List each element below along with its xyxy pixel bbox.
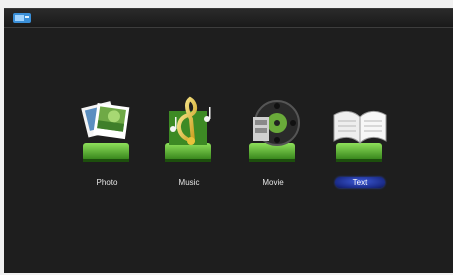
top-bar bbox=[4, 9, 453, 28]
music-note-icon bbox=[165, 96, 211, 162]
menu-item-movie[interactable]: Movie bbox=[241, 89, 305, 199]
menu-item-label: Text bbox=[335, 177, 385, 188]
media-screen: Photo Music Movie Text bbox=[4, 8, 453, 273]
menu-item-label: Photo bbox=[96, 178, 118, 187]
menu-item-music[interactable]: Music bbox=[157, 89, 221, 199]
photo-stack-icon bbox=[81, 101, 130, 162]
menu-item-text[interactable]: Text bbox=[328, 89, 392, 199]
menu-item-label: Movie bbox=[262, 178, 284, 187]
menu-item-label: Music bbox=[178, 178, 200, 187]
input-source-icon bbox=[13, 13, 31, 23]
open-book-icon bbox=[333, 110, 387, 162]
menu-item-photo[interactable]: Photo bbox=[75, 89, 139, 199]
film-reel-icon bbox=[249, 100, 300, 162]
